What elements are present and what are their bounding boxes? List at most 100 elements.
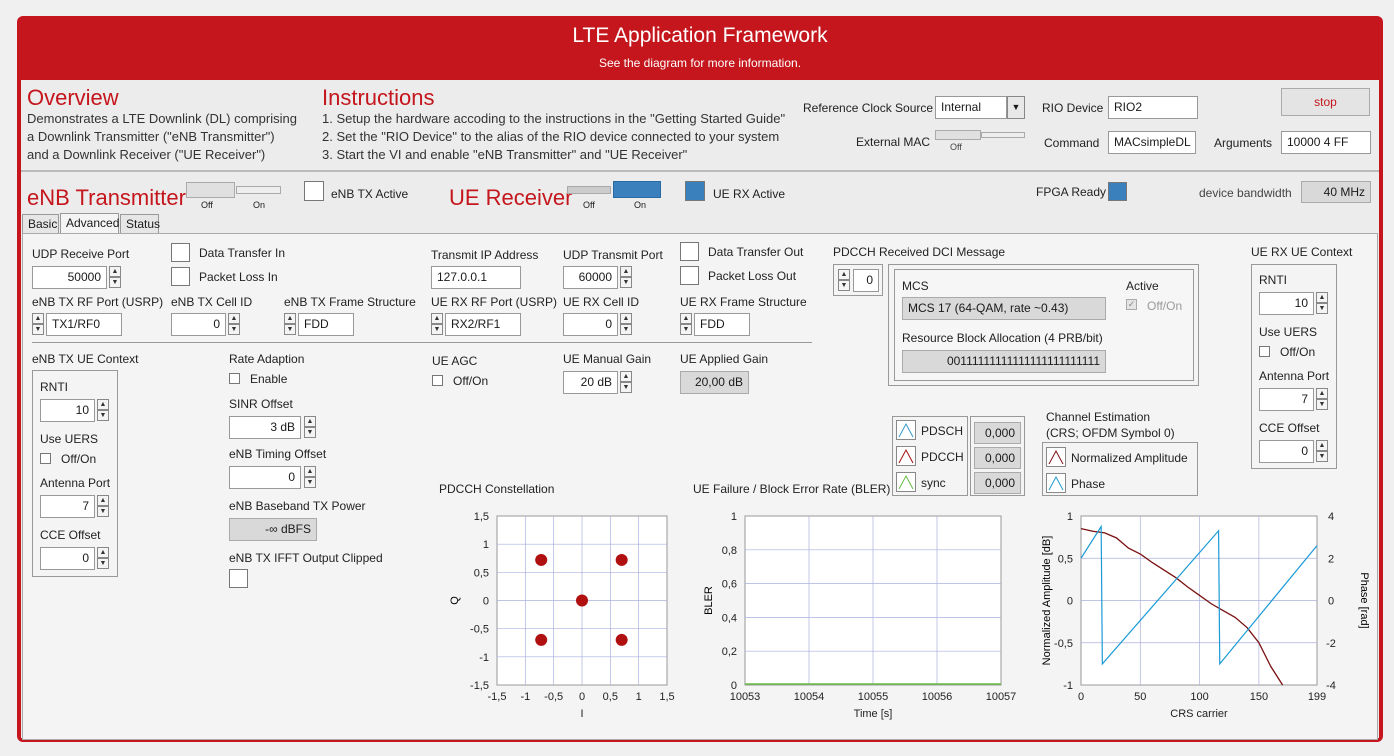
enb-frame-field[interactable]: FDD (298, 313, 354, 336)
ext-mac-toggle[interactable] (935, 130, 981, 140)
manual-gain-field[interactable]: 20 dB (563, 371, 618, 394)
tab-basic[interactable]: Basic (22, 214, 59, 234)
data-in-indicator (171, 243, 190, 262)
ue-cce-stepper[interactable]: ▲ ▼ (1316, 440, 1328, 463)
y-tick-label: 1 (1067, 511, 1073, 523)
x-tick-label: 10057 (986, 691, 1017, 703)
bandwidth-label: device bandwidth (1199, 186, 1292, 200)
enb-rf-stepper[interactable]: ▲ ▼ (32, 313, 44, 336)
manual-gain-label: UE Manual Gain (563, 352, 652, 366)
y-tick-label: 0 (1067, 596, 1073, 608)
ue-toggle[interactable] (613, 181, 661, 198)
ue-cell-field[interactable]: 0 (563, 313, 618, 336)
ue-antenna-field[interactable]: 7 (1259, 388, 1314, 411)
ue-frame-stepper[interactable]: ▲ ▼ (680, 313, 692, 336)
ue-rf-field[interactable]: RX2/RF1 (445, 313, 521, 336)
rnti-field[interactable]: 10 (40, 399, 95, 422)
enb-frame-stepper[interactable]: ▲ ▼ (284, 313, 296, 336)
tab-advanced[interactable]: Advanced (60, 213, 119, 234)
enb-cell-stepper[interactable]: ▲ ▼ (228, 313, 240, 336)
constellation-point (615, 633, 628, 646)
rnti-label: RNTI (40, 380, 68, 394)
rba-value: 00111111111111111111111111 (902, 350, 1106, 373)
udp-rx-field[interactable]: 50000 (32, 266, 107, 289)
cce-stepper[interactable]: ▲ ▼ (97, 547, 109, 570)
ue-uers-checkbox[interactable] (1259, 346, 1270, 357)
channel-est-title: Channel Estimation (1046, 410, 1151, 424)
ue-frame-field[interactable]: FDD (694, 313, 750, 336)
command-field[interactable]: MACsimpleDL (1108, 131, 1196, 154)
ue-rf-label: UE RX RF Port (USRP) (431, 295, 558, 309)
uers-label: Use UERS (40, 432, 99, 446)
tx-ip-field[interactable]: 127.0.0.1 (431, 266, 521, 289)
x-tick-label: 0 (579, 691, 585, 703)
ue-cell-stepper[interactable]: ▲ ▼ (620, 313, 632, 336)
uers-checkbox[interactable] (40, 453, 51, 464)
antenna-stepper[interactable]: ▲ ▼ (97, 495, 109, 518)
loss-in-indicator (171, 267, 190, 286)
udp-tx-stepper[interactable]: ▲ ▼ (620, 266, 632, 289)
instruction-line: 2. Set the "RIO Device" to the alias of … (322, 129, 780, 144)
ue-rx-ctx-label: UE RX UE Context (1251, 245, 1353, 259)
ref-clock-select[interactable]: Internal (935, 96, 1007, 119)
x-tick-label: -0,5 (544, 691, 563, 703)
ue-rnti-stepper[interactable]: ▲ ▼ (1316, 292, 1328, 315)
app-title: LTE Application Framework (572, 24, 828, 47)
loss-out-indicator (680, 266, 699, 285)
udp-rx-stepper[interactable]: ▲ ▼ (109, 266, 121, 289)
x-tick-label: 150 (1250, 691, 1268, 703)
phase-legend-label: Phase (1071, 477, 1106, 491)
data-in-label: Data Transfer In (199, 246, 286, 260)
ue-agc-label: UE AGC (432, 354, 478, 368)
ue-antenna-stepper[interactable]: ▲ ▼ (1316, 388, 1328, 411)
manual-gain-stepper[interactable]: ▲ ▼ (620, 371, 632, 394)
y-tick-label: 0,4 (722, 612, 737, 624)
constellation-point (535, 633, 548, 646)
instructions-heading: Instructions (322, 85, 435, 110)
antenna-field[interactable]: 7 (40, 495, 95, 518)
ue-uers-label: Use UERS (1259, 325, 1318, 339)
ue-agc-checkbox[interactable] (432, 375, 443, 386)
dci-active-label: Active (1126, 279, 1159, 293)
chevron-down-icon[interactable]: ▼ (1007, 96, 1025, 119)
x-tick-label: 0,5 (603, 691, 618, 703)
enb-on-label: On (253, 200, 266, 210)
ue-rf-stepper[interactable]: ▲ ▼ (431, 313, 443, 336)
enb-rf-field[interactable]: TX1/RF0 (46, 313, 122, 336)
cce-field[interactable]: 0 (40, 547, 95, 570)
app-subtitle: See the diagram for more information. (598, 56, 802, 70)
constellation-chart: -1,5 -1 -0,5 0 0,5 1 1,5 1,5 1 0,5 0 -0,5 -1 -1,5 I Q (449, 511, 675, 720)
x-axis-label: I (580, 708, 583, 720)
udp-tx-field[interactable]: 60000 (563, 266, 618, 289)
timing-field[interactable]: 0 (229, 466, 301, 489)
x-tick-label: -1,5 (488, 691, 507, 703)
rnti-stepper[interactable]: ▲ ▼ (97, 399, 109, 422)
arguments-field[interactable]: 10000 4 FF (1281, 131, 1371, 154)
sinr-field[interactable]: 3 dB (229, 416, 301, 439)
timing-stepper[interactable]: ▲ ▼ (304, 466, 316, 489)
ue-cce-field[interactable]: 0 (1259, 440, 1314, 463)
tab-status[interactable]: Status (120, 214, 160, 234)
mcs-value: MCS 17 (64-QAM, rate ~0.43) (902, 297, 1106, 320)
antenna-label: Antenna Port (40, 476, 111, 490)
pdcch-value: 0,000 (974, 447, 1021, 469)
y2-tick-label: 2 (1328, 553, 1334, 565)
overview-heading: Overview (27, 85, 119, 110)
sinr-stepper[interactable]: ▲ ▼ (304, 416, 316, 439)
loss-out-label: Packet Loss Out (708, 269, 797, 283)
enb-toggle[interactable] (186, 182, 235, 198)
ue-rnti-field[interactable]: 10 (1259, 292, 1314, 315)
pdcch-index-field[interactable]: 0 (853, 269, 879, 292)
rate-adaption-checkbox[interactable] (229, 373, 240, 384)
pdcch-dci-label: PDCCH Received DCI Message (833, 245, 1006, 259)
enb-frame-label: eNB TX Frame Structure (284, 295, 416, 309)
pdcch-index-stepper[interactable]: ▲ ▼ (838, 269, 850, 292)
y-tick-label: 0 (731, 680, 737, 692)
y-axis-label: Q (449, 596, 461, 605)
stop-button[interactable]: stop (1281, 88, 1370, 116)
ue-on-label: On (634, 200, 647, 210)
instruction-line: 1. Setup the hardware accoding to the in… (322, 111, 786, 126)
fpga-ready-indicator (1108, 182, 1127, 201)
enb-cell-field[interactable]: 0 (171, 313, 226, 336)
rio-device-field[interactable]: RIO2 (1108, 96, 1198, 119)
